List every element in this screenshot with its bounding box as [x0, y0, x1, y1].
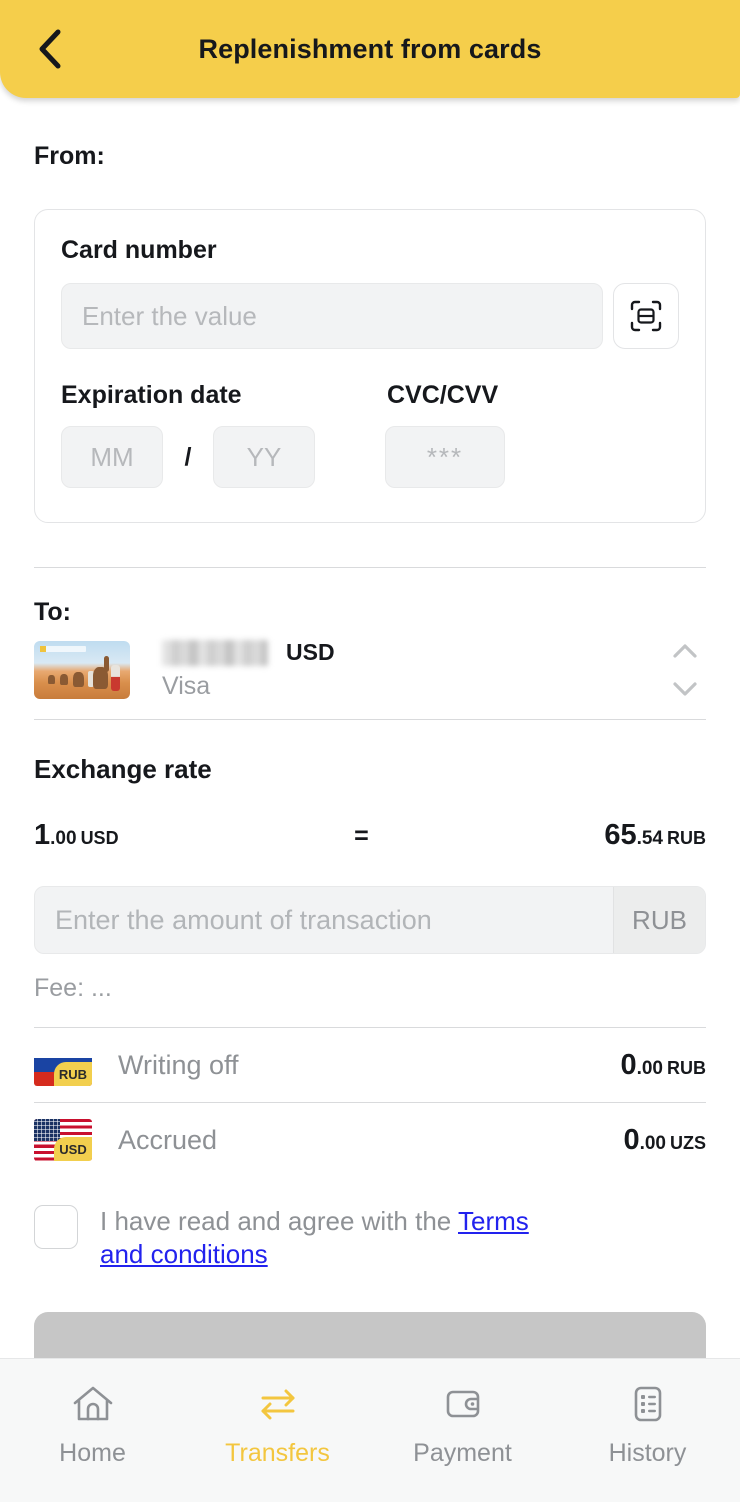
nav-label-home: Home — [59, 1439, 126, 1467]
accrued-label: Accrued — [118, 1124, 218, 1155]
accrued-dec: .00 — [639, 1132, 666, 1154]
card-details-box: Card number Enter the value Expiration d… — [34, 209, 706, 523]
accrued-int: 0 — [623, 1123, 640, 1156]
exp-cvv-label-row: Expiration date CVC/CVV — [61, 381, 679, 410]
chevron-down-icon — [673, 682, 697, 696]
rate-to-int: 65 — [604, 819, 637, 851]
accrued-value: 0.00 UZS — [623, 1124, 706, 1157]
terms-agreement-row: I have read and agree with the Terms and… — [34, 1205, 706, 1272]
rate-to-dec: .54 — [636, 828, 663, 849]
table-row: RUB Writing off 0.00 RUB — [34, 1028, 706, 1102]
card-number-input[interactable]: Enter the value — [61, 283, 603, 349]
flag-usa-icon: USD — [34, 1119, 92, 1161]
accrued-currency: UZS — [670, 1132, 706, 1153]
nav-label-transfers: Transfers — [225, 1439, 330, 1467]
page-title: Replenishment from cards — [198, 33, 542, 64]
recipient-currency: USD — [286, 639, 335, 665]
writing-off-int: 0 — [620, 1048, 637, 1081]
nav-item-transfers[interactable]: Transfers — [185, 1383, 370, 1468]
nav-label-history: History — [608, 1439, 687, 1467]
app-header: Replenishment from cards — [0, 0, 740, 98]
camel-shape — [93, 656, 109, 689]
currency-tag: USD — [54, 1137, 92, 1161]
card-number-row: Enter the value — [61, 283, 679, 349]
exchange-rate-title: Exchange rate — [34, 754, 212, 784]
cvv-label: CVC/CVV — [387, 381, 499, 409]
table-row: USD Accrued 0.00 UZS — [34, 1103, 706, 1177]
bottom-navigation: Home Transfers Payment History — [0, 1358, 740, 1502]
back-button[interactable] — [24, 23, 76, 75]
bank-logo-icon — [40, 646, 86, 652]
exchange-rate-row: 1.00 USD = 65.54 RUB — [34, 819, 706, 852]
writing-off-label: Writing off — [118, 1049, 239, 1080]
rate-from-dec: .00 — [50, 828, 77, 849]
main-content: From: Card number Enter the value Expira… — [0, 142, 740, 1272]
fee-text: Fee: ... — [34, 974, 112, 1002]
camel-shape — [73, 672, 84, 687]
terms-checkbox[interactable] — [34, 1205, 78, 1249]
exp-cvv-field-row: MM / YY *** — [61, 426, 679, 488]
card-scan-icon — [630, 300, 662, 332]
recipient-payment-system: Visa — [162, 672, 211, 700]
amount-input-wrapper: Enter the amount of transaction RUB — [34, 886, 706, 954]
chevron-left-icon — [39, 29, 61, 69]
recipient-card-selector[interactable]: USD Visa — [34, 639, 706, 719]
nav-item-history[interactable]: History — [555, 1383, 740, 1468]
expiration-separator: / — [184, 442, 192, 471]
recipient-number-row: USD — [162, 639, 664, 666]
terms-text: I have read and agree with the Terms and… — [100, 1205, 546, 1272]
nav-item-home[interactable]: Home — [0, 1383, 185, 1468]
rate-from-int: 1 — [34, 819, 51, 851]
from-label: From: — [34, 142, 105, 170]
transfer-arrows-icon — [261, 1389, 294, 1420]
divider-from-to — [34, 567, 706, 568]
masked-card-number — [162, 639, 268, 666]
person-shape — [111, 665, 120, 691]
writing-off-dec: .00 — [636, 1057, 663, 1079]
writing-off-currency: RUB — [667, 1057, 706, 1078]
camel-shape — [48, 675, 55, 684]
recipient-stepper[interactable] — [664, 642, 706, 698]
card-desert-camels-thumbnail — [34, 641, 130, 699]
recipient-info: USD Visa — [162, 639, 664, 701]
rate-to-amount: 65.54 RUB — [604, 819, 706, 852]
terms-static-text: I have read and agree with the — [100, 1206, 458, 1236]
expiration-year-input[interactable]: YY — [213, 426, 315, 488]
nav-item-payment[interactable]: Payment — [370, 1383, 555, 1468]
flag-canton — [34, 1119, 60, 1141]
writing-off-value: 0.00 RUB — [620, 1049, 706, 1082]
camel-shape — [60, 674, 68, 685]
expiration-month-input[interactable]: MM — [61, 426, 163, 488]
rate-to-currency: RUB — [667, 828, 706, 848]
wallet-icon — [446, 1390, 479, 1418]
app-screen: Replenishment from cards From: Card numb… — [0, 0, 740, 1502]
currency-tag: RUB — [54, 1062, 92, 1086]
equals-sign: = — [354, 822, 369, 850]
divider-to-rate — [34, 719, 706, 720]
chevron-up-icon — [673, 644, 697, 658]
amount-currency-badge: RUB — [613, 887, 705, 953]
card-number-label: Card number — [61, 236, 217, 264]
amount-input[interactable]: Enter the amount of transaction — [35, 887, 613, 953]
to-label: To: — [34, 598, 72, 626]
list-document-icon — [634, 1386, 661, 1422]
rate-from-currency: USD — [80, 828, 119, 848]
home-icon — [73, 1386, 112, 1421]
nav-label-payment: Payment — [413, 1439, 512, 1467]
flag-russia-icon: RUB — [34, 1044, 92, 1086]
expiration-label: Expiration date — [61, 381, 242, 409]
scan-card-button[interactable] — [613, 283, 679, 349]
cvv-input[interactable]: *** — [385, 426, 505, 488]
rate-from-amount: 1.00 USD — [34, 819, 119, 852]
